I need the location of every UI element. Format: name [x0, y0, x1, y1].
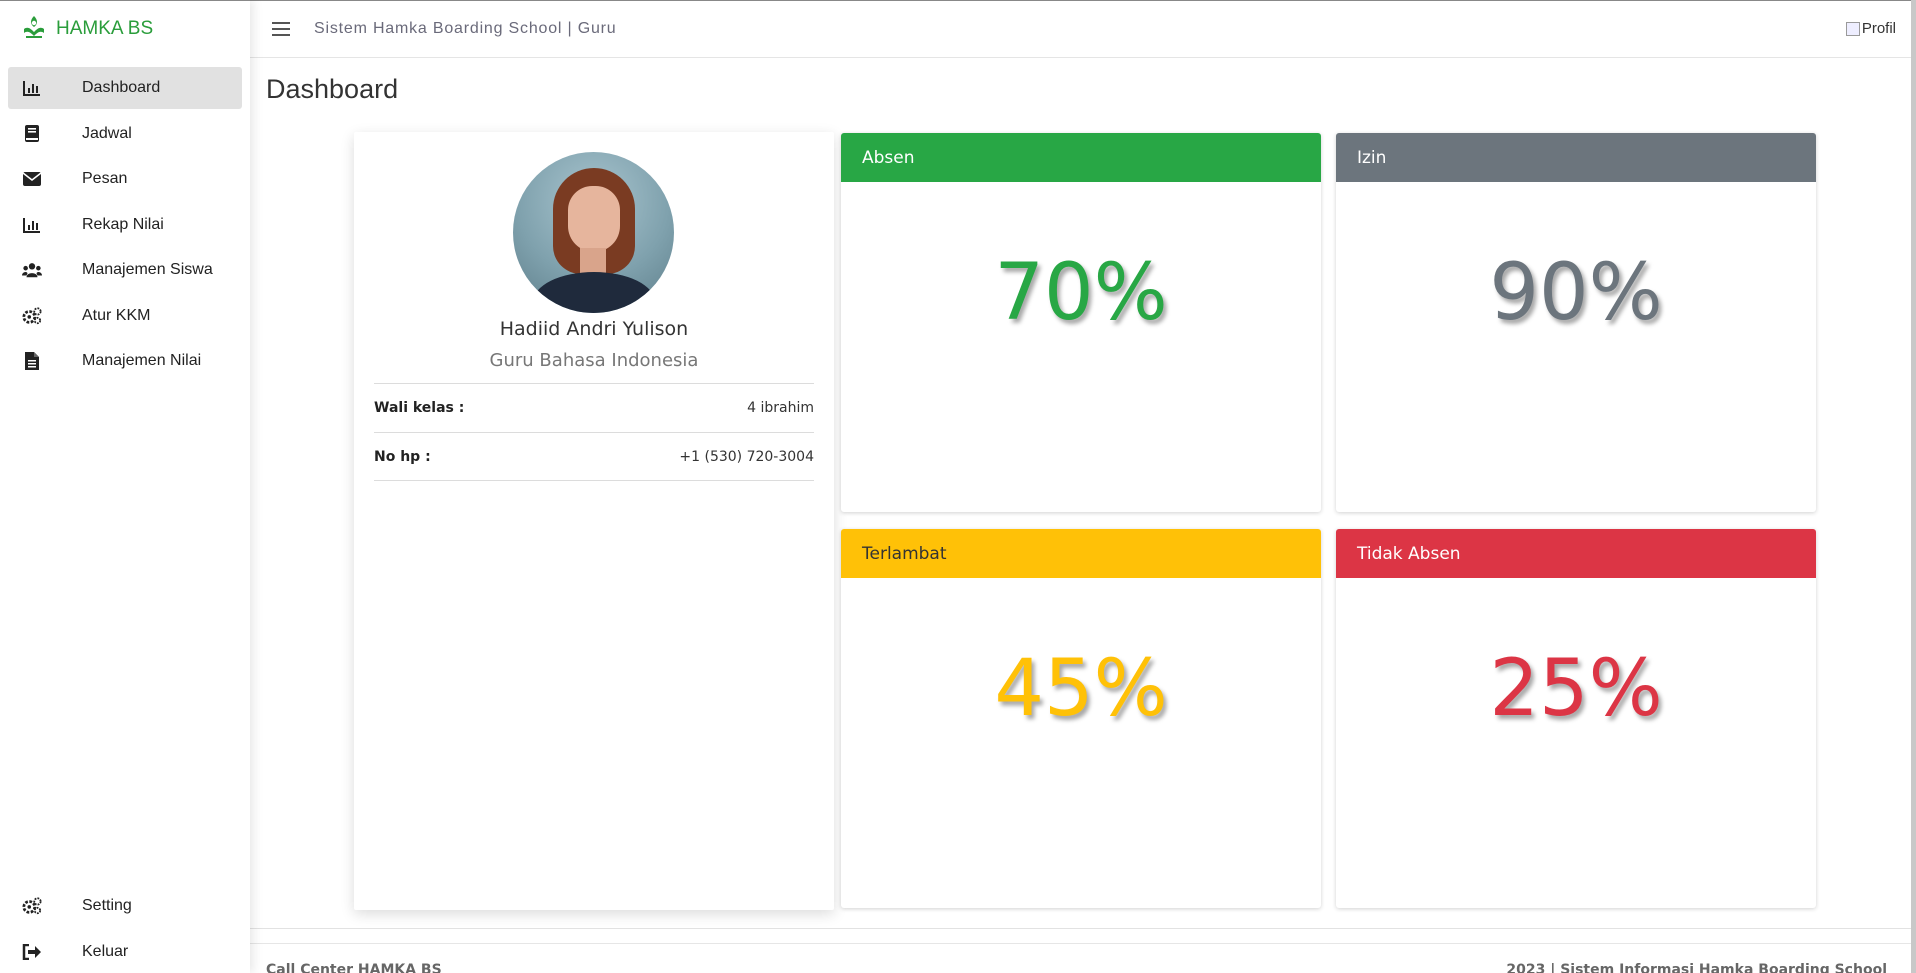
profile-card: Hadiid Andri Yulison Guru Bahasa Indones… [354, 132, 834, 910]
sidebar-item-label: Pesan [82, 170, 128, 187]
profile-info-table: Wali kelas : 4 ibrahim No hp : +1 (530) … [374, 383, 814, 481]
chart-bar-icon [22, 78, 42, 98]
page-title: Dashboard [266, 74, 399, 104]
teacher-name: Hadiid Andri Yulison [499, 318, 689, 340]
sign-out-icon [22, 942, 42, 962]
stat-card-value: 70% [994, 248, 1168, 338]
sidebar-item-label: Dashboard [82, 79, 161, 96]
sidebar-item-label: Manajemen Nilai [82, 352, 202, 369]
cogs-icon [22, 896, 42, 916]
sidebar-item-keluar[interactable]: Keluar [8, 931, 242, 973]
page-scrollbar[interactable] [1911, 0, 1916, 973]
profile-row-wali-kelas: Wali kelas : 4 ibrahim [374, 383, 814, 432]
users-icon [22, 260, 42, 280]
sidebar-item-label: Atur KKM [82, 306, 151, 324]
teacher-role: Guru Bahasa Indonesia [489, 350, 699, 371]
chart-bar-icon [22, 215, 42, 235]
sidebar-item-jadwal[interactable]: Jadwal [8, 113, 242, 155]
sidebar-item-manajemen-nilai[interactable]: Manajemen Nilai [8, 340, 242, 382]
menu-toggle-icon[interactable] [272, 22, 290, 36]
stat-card-header: Tidak Absen [1336, 529, 1816, 578]
profile-alt-text: Profil [1861, 20, 1896, 37]
sidebar-item-atur-kkm[interactable]: Atur KKM [8, 295, 242, 337]
sidebar-bottom-nav: Setting Keluar [8, 885, 242, 973]
sidebar-item-label: Keluar [82, 942, 129, 960]
brand[interactable]: HAMKA BS [0, 1, 250, 57]
stat-card-header: Absen [841, 133, 1321, 182]
topbar: Sistem Hamka Boarding School | Guru Prof… [250, 0, 1916, 58]
stat-card-value: 90% [1489, 248, 1663, 338]
row-key: Wali kelas : [374, 400, 465, 416]
stat-card-value: 25% [1489, 644, 1663, 734]
profile-photo [513, 152, 674, 313]
stat-card-header: Izin [1336, 133, 1816, 182]
sidebar-item-dashboard[interactable]: Dashboard [8, 67, 242, 109]
row-value: 4 ibrahim [747, 400, 814, 416]
footer-copyright: 2023 | Sistem Informasi Hamka Boarding S… [1506, 962, 1887, 973]
sidebar-nav: Dashboard Jadwal Pesan Rekap Nilai Manaj… [0, 57, 250, 382]
stat-card-absen: Absen 70% [841, 133, 1321, 512]
school-logo-icon [22, 14, 46, 45]
stat-card-terlambat: Terlambat 45% [841, 529, 1321, 908]
sidebar-item-setting[interactable]: Setting [8, 885, 242, 927]
stat-card-value: 45% [994, 644, 1168, 734]
stat-card-tidak-absen: Tidak Absen 25% [1336, 529, 1816, 908]
row-key: No hp : [374, 448, 431, 465]
file-icon [22, 351, 42, 371]
sidebar-item-label: Manajemen Siswa [82, 261, 213, 278]
sidebar-item-label: Jadwal [82, 124, 132, 142]
sidebar-item-label: Rekap Nilai [82, 215, 164, 233]
brand-name: HAMKA BS [56, 18, 154, 39]
stat-card-header: Terlambat [841, 529, 1321, 578]
envelope-icon [22, 169, 42, 189]
cogs-icon [22, 306, 42, 326]
book-icon [22, 124, 42, 144]
footer: Call Center HAMKA BS 2023 | Sistem Infor… [250, 928, 1911, 973]
sidebar-item-label: Setting [82, 897, 132, 914]
row-value: +1 (530) 720-3004 [679, 448, 814, 465]
sidebar-item-rekap-nilai[interactable]: Rekap Nilai [8, 204, 242, 246]
stat-card-izin: Izin 90% [1336, 133, 1816, 512]
app-title: Sistem Hamka Boarding School | Guru [314, 20, 617, 37]
sidebar-item-pesan[interactable]: Pesan [8, 158, 242, 200]
sidebar-item-manajemen-siswa[interactable]: Manajemen Siswa [8, 249, 242, 291]
profile-avatar[interactable]: Profil [1845, 20, 1896, 37]
broken-image-icon [1845, 21, 1860, 36]
footer-call-center: Call Center HAMKA BS [266, 962, 442, 973]
sidebar: HAMKA BS Dashboard Jadwal Pesan Rekap Ni… [0, 0, 250, 973]
profile-row-no-hp: No hp : +1 (530) 720-3004 [374, 432, 814, 481]
